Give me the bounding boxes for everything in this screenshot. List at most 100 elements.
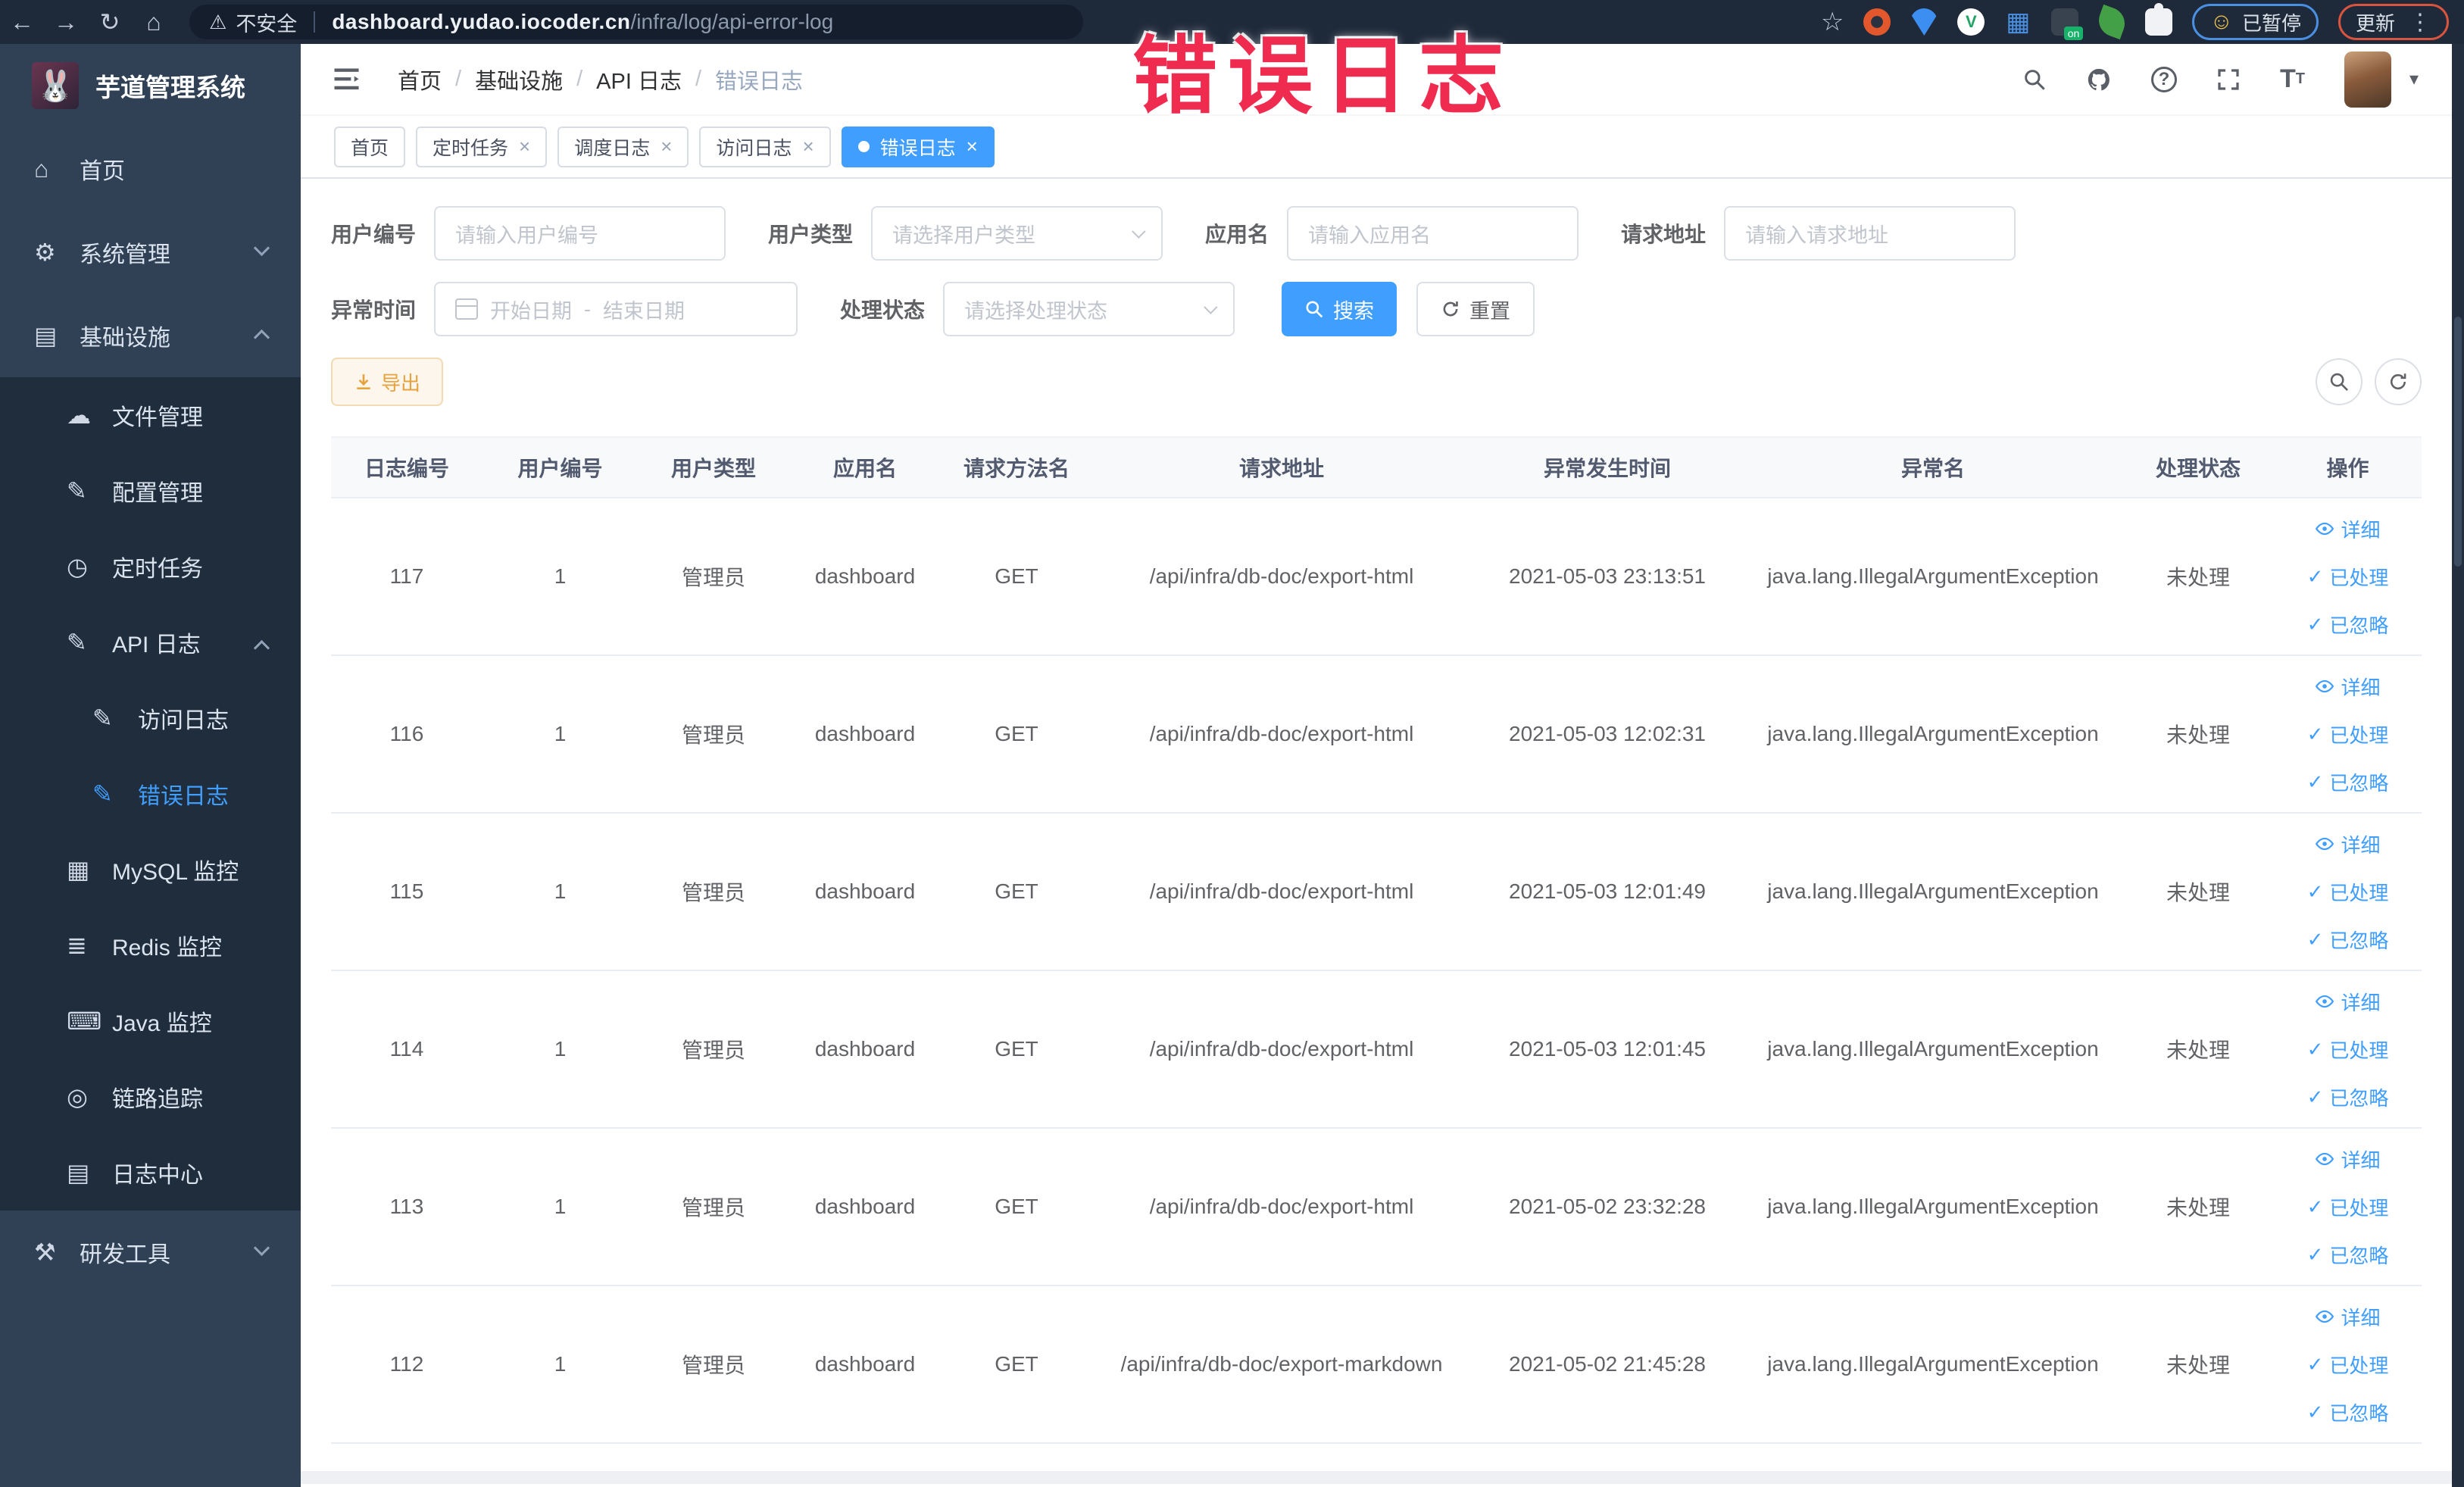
- back-icon[interactable]: ←: [0, 8, 44, 36]
- browser-menu-kebab-icon[interactable]: ⋮: [2409, 9, 2431, 36]
- ignored-link-label: 已忽略: [2329, 1244, 2389, 1267]
- url-domain[interactable]: dashboard.yudao.iocoder.cn: [332, 10, 630, 34]
- sidebar-item-mysql-monitor[interactable]: ▦ MySQL 监控: [0, 832, 301, 908]
- mark-ignored-link[interactable]: ✓ 已忽略: [2307, 1083, 2389, 1111]
- detail-link[interactable]: 详细: [2315, 1303, 2381, 1331]
- tag-access-log[interactable]: 访问日志 ×: [699, 126, 831, 167]
- tag-error-log[interactable]: 错误日志 ×: [841, 126, 995, 167]
- extension-icon-grid[interactable]: ▦: [2004, 8, 2031, 36]
- sidebar-item-devtools[interactable]: ⚒ 研发工具: [0, 1211, 301, 1294]
- fullscreen-icon[interactable]: [2216, 67, 2241, 92]
- detail-link[interactable]: 详细: [2315, 673, 2381, 701]
- reload-icon[interactable]: ↻: [88, 8, 132, 36]
- font-size-icon[interactable]: TT: [2280, 64, 2305, 94]
- mark-ignored-link[interactable]: ✓ 已忽略: [2307, 1241, 2389, 1269]
- sidebar-item-redis-monitor[interactable]: ≣ Redis 监控: [0, 908, 301, 983]
- sidebar-submenu-infra: ☁ 文件管理 ✎ 配置管理 ◷ 定时任务 ✎ API 日志 ✎ 访问日志 ✎ 错…: [0, 377, 301, 1211]
- exception-time-range-picker[interactable]: 开始日期 - 结束日期: [434, 282, 798, 336]
- sidebar-item-system[interactable]: ⚙ 系统管理: [0, 211, 301, 294]
- reset-button[interactable]: 重置: [1416, 282, 1535, 336]
- mark-processed-link[interactable]: ✓ 已处理: [2307, 878, 2389, 906]
- breadcrumb-separator: /: [695, 67, 702, 91]
- tag-schedule-log[interactable]: 调度日志 ×: [557, 126, 689, 167]
- user-id-input[interactable]: 请输入用户编号: [434, 206, 726, 261]
- extension-icon-orange[interactable]: [1863, 8, 1891, 36]
- breadcrumb-infra[interactable]: 基础设施: [475, 64, 563, 95]
- sidebar-item-java-monitor[interactable]: ⌨ Java 监控: [0, 983, 301, 1059]
- sidebar-item-log-center[interactable]: ▤ 日志中心: [0, 1135, 301, 1211]
- extension-icon-green-v[interactable]: V: [1957, 8, 1985, 36]
- app-name-input[interactable]: 请输入应用名: [1287, 206, 1579, 261]
- search-button[interactable]: 搜索: [1282, 282, 1398, 336]
- sidebar-item-file-manage[interactable]: ☁ 文件管理: [0, 377, 301, 453]
- mark-processed-link[interactable]: ✓ 已处理: [2307, 1193, 2389, 1221]
- column-header: 用户编号: [482, 436, 638, 498]
- user-type-select[interactable]: 请选择用户类型: [871, 206, 1163, 261]
- mark-processed-link[interactable]: ✓ 已处理: [2307, 563, 2389, 591]
- extensions-puzzle-icon[interactable]: [2145, 3, 2173, 36]
- mark-ignored-link[interactable]: ✓ 已忽略: [2307, 1398, 2389, 1426]
- sidebar-item-home[interactable]: ⌂ 首页: [0, 127, 301, 211]
- breadcrumb-home[interactable]: 首页: [398, 64, 442, 95]
- url-path[interactable]: /infra/log/api-error-log: [631, 10, 834, 34]
- mark-processed-link[interactable]: ✓ 已处理: [2307, 720, 2389, 748]
- extension-icon-leaf[interactable]: [2094, 4, 2130, 40]
- extension-icon-shield[interactable]: [1910, 8, 1938, 36]
- refresh-table-button[interactable]: [2375, 358, 2422, 405]
- detail-link[interactable]: 详细: [2315, 988, 2381, 1016]
- hamburger-icon[interactable]: [334, 67, 361, 92]
- detail-link[interactable]: 详细: [2315, 515, 2381, 543]
- search-button-label: 搜索: [1333, 299, 1375, 323]
- toolbox-icon: ⚒: [34, 1239, 56, 1266]
- eye-icon: ◎: [67, 1083, 88, 1111]
- home-browser-icon[interactable]: ⌂: [132, 8, 176, 36]
- help-icon[interactable]: ?: [2150, 66, 2177, 92]
- sidebar-item-config-manage[interactable]: ✎ 配置管理: [0, 453, 301, 529]
- sidebar-item-trace[interactable]: ◎ 链路追踪: [0, 1059, 301, 1135]
- page-scrollbar[interactable]: [2452, 44, 2464, 1487]
- mark-ignored-link[interactable]: ✓ 已忽略: [2307, 768, 2389, 796]
- process-status-select[interactable]: 请选择处理状态: [943, 282, 1235, 336]
- search-icon[interactable]: [2022, 67, 2047, 92]
- cloud-upload-icon: ☁: [67, 401, 91, 429]
- close-icon[interactable]: ×: [967, 135, 978, 158]
- tag-scheduled-jobs[interactable]: 定时任务 ×: [416, 126, 548, 167]
- check-icon: ✓: [2306, 1242, 2324, 1266]
- request-url-input[interactable]: 请输入请求地址: [1724, 206, 2016, 261]
- profile-paused-chip[interactable]: ☺ 已暂停: [2192, 4, 2319, 40]
- check-icon: ✓: [2306, 722, 2324, 745]
- user-avatar[interactable]: [2344, 51, 2391, 108]
- security-label[interactable]: 不安全: [236, 8, 297, 37]
- breadcrumb-api-log[interactable]: API 日志: [596, 64, 682, 95]
- browser-update-chip[interactable]: 更新 ⋮: [2338, 4, 2449, 40]
- sidebar-item-api-log[interactable]: ✎ API 日志: [0, 604, 301, 680]
- app-logo[interactable]: 🐰 芋道管理系统: [0, 44, 301, 127]
- tag-label: 调度日志: [574, 137, 651, 159]
- mark-processed-link[interactable]: ✓ 已处理: [2307, 1036, 2389, 1064]
- avatar-caret-icon[interactable]: ▾: [2409, 68, 2419, 90]
- forward-icon[interactable]: →: [44, 8, 88, 36]
- tag-home[interactable]: 首页: [334, 126, 406, 167]
- extension-icon-switch-on[interactable]: [2051, 8, 2084, 40]
- close-icon[interactable]: ×: [519, 135, 530, 158]
- refresh-icon: [1443, 301, 1458, 317]
- close-icon[interactable]: ×: [661, 135, 672, 158]
- scrollbar-thumb[interactable]: [2454, 317, 2462, 567]
- detail-link[interactable]: 详细: [2315, 830, 2381, 858]
- sidebar-item-infra[interactable]: ▤ 基础设施: [0, 294, 301, 377]
- close-icon[interactable]: ×: [802, 135, 814, 158]
- mark-ignored-link[interactable]: ✓ 已忽略: [2307, 611, 2389, 639]
- github-icon[interactable]: [2086, 67, 2112, 92]
- export-button[interactable]: 导出: [331, 358, 444, 406]
- mark-processed-link[interactable]: ✓ 已处理: [2307, 1351, 2389, 1379]
- sidebar-item-scheduled-jobs[interactable]: ◷ 定时任务: [0, 529, 301, 604]
- bookmark-star-icon[interactable]: ☆: [1821, 7, 1844, 37]
- sidebar-item-access-log[interactable]: ✎ 访问日志: [0, 680, 301, 756]
- sidebar-item-error-log[interactable]: ✎ 错误日志: [0, 756, 301, 832]
- address-divider: [314, 11, 316, 33]
- cell-exception-time: 2021-05-03 23:13:51: [1471, 498, 1744, 656]
- detail-link[interactable]: 详细: [2315, 1145, 2381, 1173]
- mark-ignored-link[interactable]: ✓ 已忽略: [2307, 926, 2389, 954]
- address-bar[interactable]: ⚠ 不安全 dashboard.yudao.iocoder.cn /infra/…: [189, 5, 1083, 39]
- toggle-search-button[interactable]: [2316, 358, 2363, 405]
